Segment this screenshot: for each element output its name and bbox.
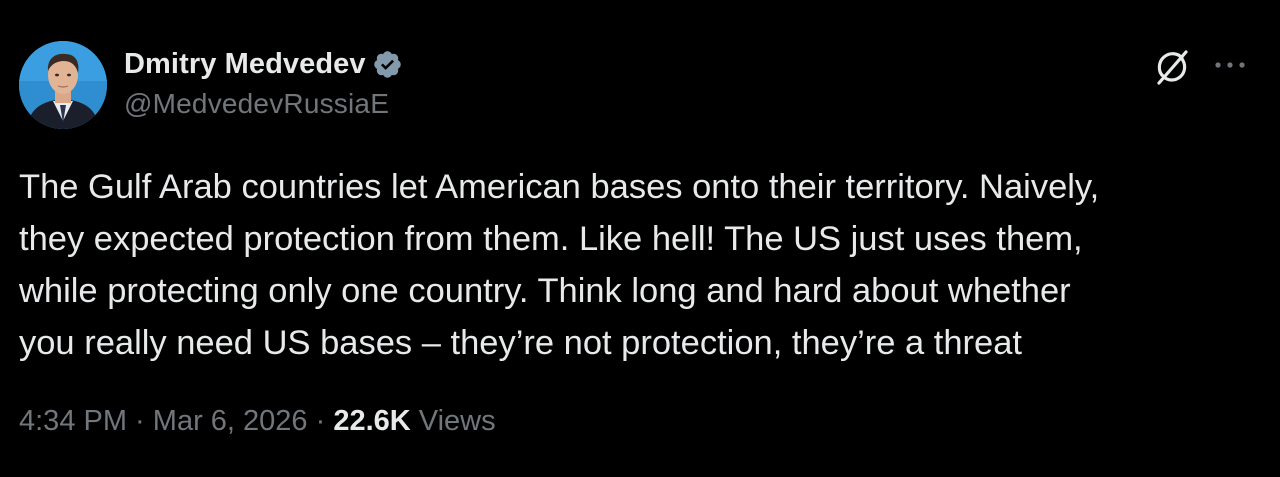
more-options-icon[interactable] xyxy=(1211,52,1249,78)
tweet-meta: 4:34 PM · Mar 6, 2026 · 22.6K Views xyxy=(19,405,496,438)
tweet-text: The Gulf Arab countries let American bas… xyxy=(19,168,1100,362)
display-name[interactable]: Dmitry Medvedev xyxy=(124,48,366,81)
name-row: Dmitry Medvedev xyxy=(124,46,403,82)
grok-icon[interactable] xyxy=(1151,46,1193,88)
timestamp-date[interactable]: Mar 6, 2026 xyxy=(153,405,308,438)
views-label[interactable]: Views xyxy=(411,405,496,438)
tweet-card: Dmitry Medvedev @MedvedevRussiaE The Gul… xyxy=(0,0,1280,477)
timestamp-time[interactable]: 4:34 PM xyxy=(19,405,127,438)
profile-avatar[interactable] xyxy=(19,41,107,129)
author-block: Dmitry Medvedev @MedvedevRussiaE xyxy=(124,46,403,120)
avatar-image xyxy=(19,41,107,129)
meta-separator: · xyxy=(127,405,153,437)
verified-badge-icon[interactable] xyxy=(372,49,403,80)
views-count[interactable]: 22.6K xyxy=(333,405,410,438)
meta-separator: · xyxy=(307,405,334,437)
author-handle[interactable]: @MedvedevRussiaE xyxy=(124,88,403,120)
